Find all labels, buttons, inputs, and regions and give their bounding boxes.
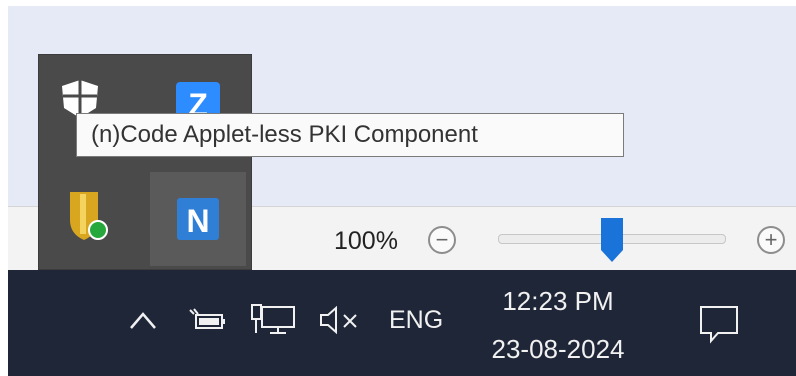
ncode-app-icon[interactable]: N (150, 172, 246, 266)
clock-date: 23-08-2024 (491, 334, 625, 364)
zoom-in-button[interactable]: + (757, 226, 785, 254)
svg-text:N: N (186, 203, 209, 239)
window-top-edge (0, 0, 796, 6)
input-language-indicator[interactable]: ENG (389, 306, 443, 335)
taskbar-clock[interactable]: 12:23 PM 23-08-2024 (474, 280, 642, 372)
zoom-out-button[interactable]: − (428, 226, 456, 254)
clock-time: 12:23 PM (502, 286, 614, 316)
zoom-level-text: 100% (334, 227, 398, 255)
volume-muted-icon[interactable] (318, 305, 362, 335)
battery-icon[interactable] (186, 306, 226, 332)
network-icon[interactable] (250, 303, 296, 337)
security-shield-icon[interactable] (64, 190, 116, 242)
zoom-slider-thumb[interactable] (599, 216, 625, 264)
window-left-edge (0, 0, 8, 376)
notification-icon[interactable] (698, 304, 740, 344)
chevron-up-icon[interactable] (128, 308, 158, 332)
tray-icon-tooltip: (n)Code Applet-less PKI Component (76, 113, 624, 157)
